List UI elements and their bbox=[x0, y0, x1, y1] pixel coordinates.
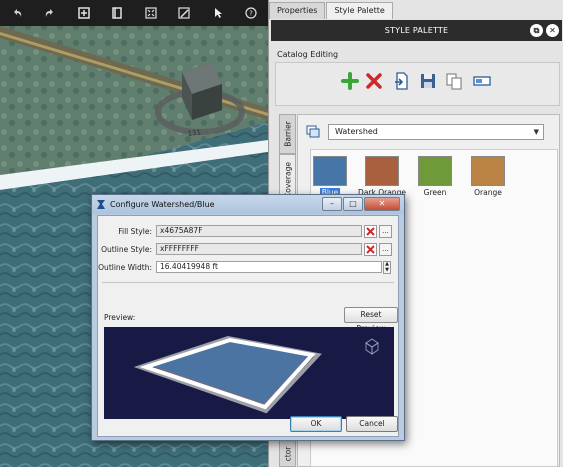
swatch-chip bbox=[365, 156, 399, 186]
copy-icon[interactable] bbox=[444, 71, 464, 91]
fill-style-label: Fill Style: bbox=[118, 227, 152, 236]
undo-icon[interactable] bbox=[0, 0, 34, 26]
panel-title: STYLE PALETTE bbox=[384, 26, 449, 35]
preview-label: Preview: bbox=[104, 313, 136, 322]
save-icon[interactable] bbox=[418, 71, 438, 91]
dialog-titlebar[interactable]: Configure Watershed/Blue – □ ✕ bbox=[92, 195, 404, 214]
tab-style-palette[interactable]: Style Palette bbox=[326, 2, 393, 19]
zoom-extents-icon[interactable] bbox=[134, 0, 168, 26]
minimize-button[interactable]: – bbox=[322, 197, 342, 211]
close-icon[interactable]: ✕ bbox=[546, 24, 559, 37]
import-icon[interactable] bbox=[392, 71, 412, 91]
reset-preview-button[interactable]: Reset Preview bbox=[344, 307, 398, 333]
undock-icon[interactable]: ⧉ bbox=[530, 24, 543, 37]
palette-icon bbox=[306, 125, 320, 138]
swatch-green[interactable]: Green bbox=[410, 156, 460, 197]
pointer-icon[interactable] bbox=[201, 0, 235, 26]
outline-width-input[interactable]: 16.40419948 ft bbox=[156, 261, 382, 273]
divider bbox=[102, 282, 394, 283]
app-icon bbox=[96, 199, 106, 210]
swatch-label: Orange bbox=[474, 188, 502, 197]
svg-text:?: ? bbox=[249, 10, 253, 18]
swatch-label-wrap: Orange bbox=[463, 188, 513, 197]
viewport-toolbar: ? bbox=[0, 0, 268, 26]
configure-style-dialog: Configure Watershed/Blue – □ ✕ Fill Styl… bbox=[91, 194, 405, 441]
add-icon[interactable] bbox=[67, 0, 101, 26]
swatch-blue[interactable]: Blue bbox=[305, 156, 355, 197]
chevron-down-icon: ▼ bbox=[533, 128, 539, 136]
style-preview[interactable] bbox=[104, 327, 394, 419]
fill-style-field[interactable]: x4675A87F bbox=[156, 225, 362, 237]
palette-select-value: Watershed bbox=[335, 127, 378, 136]
side-tab-connector[interactable]: ctor bbox=[279, 440, 296, 467]
help-icon[interactable]: ? bbox=[235, 0, 269, 26]
outline-style-label: Outline Style: bbox=[101, 245, 152, 254]
swatch-chip bbox=[418, 156, 452, 186]
outline-style-field[interactable]: xFFFFFFFF bbox=[156, 243, 362, 255]
catalog-toolbar bbox=[275, 62, 560, 106]
navigation-cube-icon[interactable] bbox=[365, 338, 379, 355]
redo-icon[interactable] bbox=[34, 0, 68, 26]
maximize-button[interactable]: □ bbox=[343, 197, 363, 211]
ok-button[interactable]: OK bbox=[290, 416, 342, 432]
delete-icon[interactable] bbox=[364, 71, 384, 91]
swatch-label-wrap: Green bbox=[410, 188, 460, 197]
tab-properties[interactable]: Properties bbox=[269, 2, 326, 19]
outline-style-browse-button[interactable]: ... bbox=[379, 243, 392, 256]
swatch-dark-orange[interactable]: Dark Orange bbox=[357, 156, 407, 197]
clear-outline-icon[interactable] bbox=[364, 243, 377, 256]
side-tab-coverage-label: Coverage bbox=[283, 162, 292, 198]
outline-width-label: Outline Width: bbox=[98, 263, 152, 272]
add-icon[interactable] bbox=[340, 71, 360, 91]
clear-fill-icon[interactable] bbox=[364, 225, 377, 238]
rename-icon[interactable] bbox=[472, 71, 492, 91]
fill-style-browse-button[interactable]: ... bbox=[379, 225, 392, 238]
dialog-body: Fill Style: x4675A87F ... Outline Style:… bbox=[97, 215, 399, 437]
side-tab-barrier[interactable]: Barrier bbox=[279, 114, 296, 154]
outline-width-stepper[interactable]: ▲ ▼ bbox=[383, 261, 391, 274]
close-button[interactable]: ✕ bbox=[364, 197, 400, 211]
panel-tab-bar: Properties Style Palette bbox=[269, 2, 394, 19]
palette-select[interactable]: Watershed ▼ bbox=[328, 124, 544, 140]
panel-titlebar: STYLE PALETTE ⧉ ✕ bbox=[271, 20, 562, 41]
dialog-title: Configure Watershed/Blue bbox=[110, 200, 215, 209]
swatch-chip bbox=[313, 156, 347, 186]
swatch-label: Green bbox=[423, 188, 447, 197]
swatch-chip bbox=[471, 156, 505, 186]
cancel-button[interactable]: Cancel bbox=[346, 416, 398, 432]
book-icon[interactable] bbox=[101, 0, 135, 26]
preview-shape bbox=[133, 335, 379, 414]
edit-style-icon[interactable] bbox=[168, 0, 202, 26]
catalog-editing-label: Catalog Editing bbox=[277, 50, 339, 59]
side-tab-barrier-label: Barrier bbox=[283, 121, 292, 147]
swatch-orange[interactable]: Orange bbox=[463, 156, 513, 197]
side-tab-connector-label: ctor bbox=[283, 446, 292, 461]
